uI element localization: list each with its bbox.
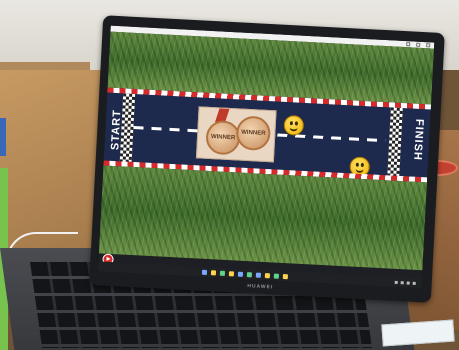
grass-bottom (98, 165, 427, 271)
medal-text: WINNER (241, 129, 266, 137)
folder-icon[interactable] (237, 271, 244, 277)
volume-icon[interactable] (406, 280, 410, 285)
wifi-icon[interactable] (400, 280, 404, 284)
laptop-lid: START FINISH WINNER WINNER HUAWEI (89, 15, 445, 303)
chevron-up-icon[interactable] (394, 280, 398, 284)
mail-icon[interactable] (255, 272, 262, 278)
battery-icon[interactable] (412, 281, 416, 285)
app-icon[interactable] (264, 272, 271, 278)
photo-scene: START FINISH WINNER WINNER HUAWEI (0, 0, 459, 350)
finish-line (387, 107, 403, 176)
store-icon[interactable] (246, 271, 253, 277)
system-tray (394, 280, 416, 285)
medal-icon: WINNER (205, 119, 241, 156)
app-icon[interactable] (273, 273, 280, 279)
blue-object (0, 118, 6, 156)
maximize-icon[interactable] (416, 42, 421, 47)
usb-device (381, 319, 455, 347)
app-icon[interactable] (282, 273, 289, 279)
medal-icon: WINNER (235, 115, 272, 152)
start-menu-icon[interactable] (201, 269, 208, 275)
close-icon[interactable] (426, 43, 431, 48)
laptop-screen[interactable]: START FINISH WINNER WINNER (97, 25, 435, 289)
brand-logo: HUAWEI (247, 283, 274, 291)
medal-text: WINNER (210, 134, 236, 142)
task-view-icon[interactable] (219, 270, 226, 276)
browser-icon[interactable] (228, 270, 235, 276)
finish-label: FINISH (411, 118, 426, 162)
winner-medals-image: WINNER WINNER (195, 106, 277, 163)
minimize-icon[interactable] (406, 42, 411, 47)
smiley-icon[interactable] (283, 114, 305, 136)
search-icon[interactable] (210, 269, 217, 275)
start-label: START (109, 108, 124, 151)
